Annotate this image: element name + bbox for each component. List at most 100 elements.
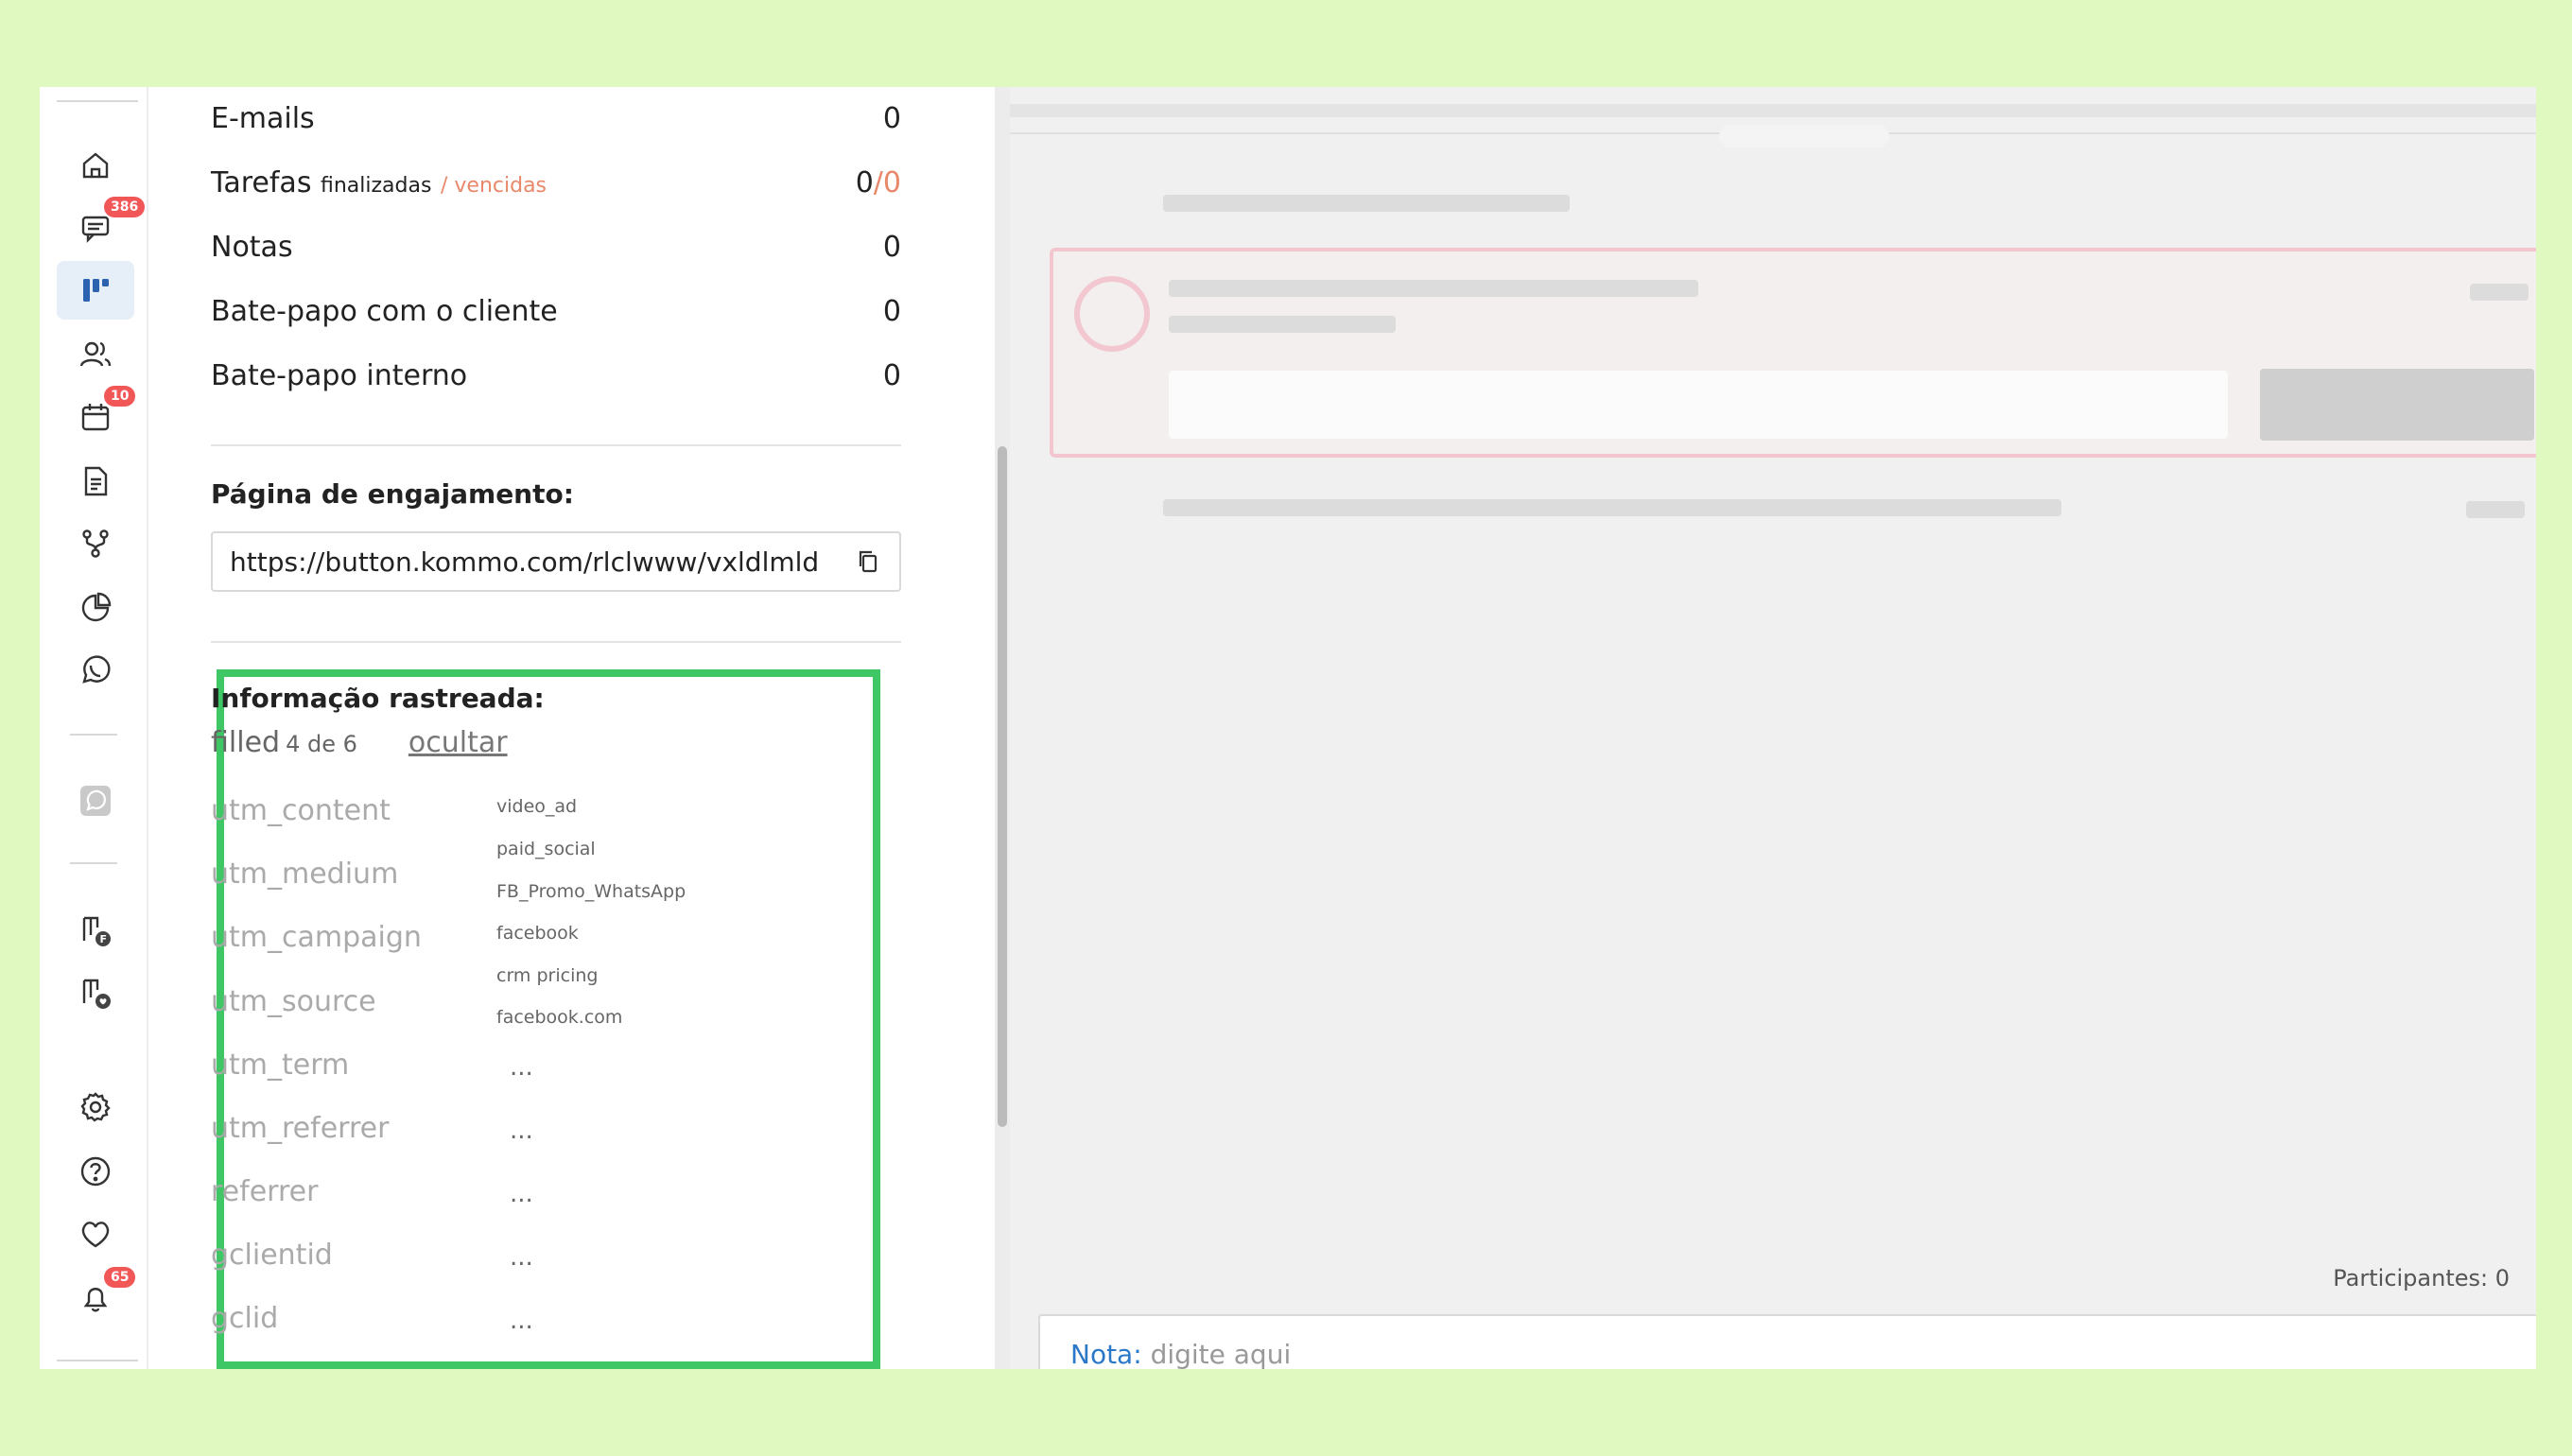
app-frame: 386 10 F 65 E-mails 0 Tarefas finalizada… — [40, 87, 2536, 1369]
note-placeholder: digite aqui — [1150, 1339, 1292, 1369]
utm-field-empty[interactable]: ... — [510, 1243, 533, 1272]
nav-calendar[interactable]: 10 — [57, 386, 136, 446]
nav-home[interactable] — [57, 136, 134, 195]
settings-icon — [80, 1092, 111, 1122]
home-icon — [82, 152, 109, 179]
stat-value: 0 — [855, 166, 874, 199]
task-status-icon — [1074, 276, 1150, 352]
participants-count: Participantes: 0 — [2333, 1265, 2510, 1291]
task-edit-blurred — [2470, 284, 2529, 301]
nav-chats[interactable]: 386 — [57, 197, 146, 257]
utm-field-value[interactable]: facebook — [496, 923, 579, 944]
feed-area: Participantes: 0 Nota: digite aqui — [1010, 87, 2536, 1369]
stat-value: 0 — [882, 231, 901, 264]
utm-field-label: utm_content — [211, 794, 391, 827]
utm-field-label: gclientid — [211, 1239, 333, 1272]
stat-value: 0 — [882, 359, 901, 392]
stat-label: E-mails — [211, 102, 315, 135]
svg-text:F: F — [100, 933, 108, 945]
divider — [211, 641, 901, 643]
scrollbar-thumb[interactable] — [998, 446, 1007, 1127]
nav-stats[interactable] — [57, 579, 134, 637]
utm-field-empty[interactable]: ... — [510, 1307, 533, 1335]
help-icon — [80, 1156, 111, 1187]
nav-favorites[interactable] — [57, 1205, 134, 1263]
utm-field-value[interactable]: crm pricing — [496, 965, 598, 986]
utm-field-label: utm_source — [211, 985, 376, 1018]
nav-whatsapp[interactable] — [57, 641, 134, 700]
nav-pipeline-f[interactable]: F — [57, 902, 134, 961]
filled-count: 4 de 6 — [286, 731, 357, 757]
utm-field-label: utm_term — [211, 1049, 350, 1082]
note-label: Nota: — [1070, 1339, 1142, 1369]
divider — [211, 444, 901, 446]
document-icon — [84, 466, 108, 496]
hide-link[interactable]: ocultar — [408, 726, 508, 759]
note-input[interactable]: Nota: digite aqui — [1038, 1314, 2536, 1369]
task-result-input[interactable] — [1169, 371, 2228, 439]
utm-field-label: utm_referrer — [211, 1112, 390, 1145]
utm-field-label: utm_medium — [211, 858, 399, 891]
nav-top-divider — [57, 100, 138, 102]
leads-icon — [83, 279, 109, 302]
stat-label: Bate-papo interno — [211, 359, 468, 392]
feed-entry-blurred — [1163, 499, 2061, 516]
lead-stats-panel: E-mails 0 Tarefas finalizadas / vencidas… — [150, 87, 995, 1369]
feed-top-bar — [1010, 104, 2536, 117]
nav-divider — [70, 862, 117, 864]
stat-row-notes: Notas 0 — [211, 231, 901, 264]
nav-flows[interactable] — [57, 514, 134, 573]
stat-label: Tarefas — [211, 166, 312, 199]
utm-field-label: gclid — [211, 1302, 279, 1335]
stat-row-client-chat: Bate-papo com o cliente 0 — [211, 295, 901, 328]
nav-notifications[interactable]: 65 — [57, 1267, 136, 1327]
utm-field-label: utm_campaign — [211, 921, 422, 954]
stat-row-tasks: Tarefas finalizadas / vencidas 0/0 — [211, 166, 901, 199]
feed-entry-blurred — [1163, 195, 1570, 212]
task-complete-button[interactable] — [2260, 369, 2534, 441]
pipeline-f-icon: F — [82, 916, 111, 946]
whatsapp-square-icon — [80, 786, 111, 816]
stat-label: Notas — [211, 231, 293, 264]
feed-entry-link-blurred — [2466, 501, 2525, 518]
pipeline-heart-icon — [82, 979, 111, 1009]
stat-label: Bate-papo com o cliente — [211, 295, 558, 328]
utm-field-value[interactable]: facebook.com — [496, 1007, 622, 1028]
nav-contacts[interactable] — [57, 325, 134, 384]
task-card — [1050, 248, 2536, 458]
stat-value: 0 — [882, 295, 901, 328]
whatsapp-icon — [82, 655, 111, 684]
utm-field-value[interactable]: FB_Promo_WhatsApp — [496, 881, 686, 902]
contacts-icon — [79, 341, 112, 367]
nav-whatsapp-business[interactable] — [57, 771, 134, 830]
nav-documents[interactable] — [57, 452, 134, 511]
engagement-url-field[interactable]: https://button.kommo.com/rlclwww/vxldlml… — [211, 531, 901, 592]
tasks-overdue-label: / vencidas — [441, 174, 547, 198]
utm-field-empty[interactable]: ... — [510, 1053, 533, 1082]
engagement-url: https://button.kommo.com/rlclwww/vxldlml… — [230, 546, 820, 578]
utm-field-empty[interactable]: ... — [510, 1117, 533, 1145]
utm-field-value[interactable]: video_ad — [496, 796, 577, 817]
feed-date-pill — [1719, 125, 1889, 147]
nav-pipeline-heart[interactable] — [57, 964, 134, 1023]
utm-field-value[interactable]: paid_social — [496, 839, 596, 859]
panel-scrollbar[interactable] — [995, 87, 1010, 1369]
filled-row: filled 4 de 6 ocultar — [211, 726, 508, 759]
utm-field-empty[interactable]: ... — [510, 1180, 533, 1208]
notifications-badge: 65 — [104, 1267, 136, 1288]
stat-row-emails: E-mails 0 — [211, 102, 901, 135]
filled-label: filled — [211, 726, 281, 759]
nav-leads[interactable] — [57, 261, 134, 320]
stat-value: 0 — [882, 102, 901, 135]
tracked-info-heading: Informação rastreada: — [211, 683, 545, 714]
copy-icon[interactable] — [856, 548, 882, 575]
stat-row-internal-chat: Bate-papo interno 0 — [211, 359, 901, 392]
nav-help[interactable] — [57, 1142, 134, 1201]
flow-icon — [82, 529, 109, 558]
nav-settings[interactable] — [57, 1078, 134, 1136]
nav-divider — [70, 734, 117, 736]
calendar-badge: 10 — [104, 386, 136, 407]
tasks-completed-label: finalizadas — [321, 174, 432, 198]
chats-badge: 386 — [104, 197, 146, 217]
nav-bottom-divider — [57, 1360, 138, 1361]
